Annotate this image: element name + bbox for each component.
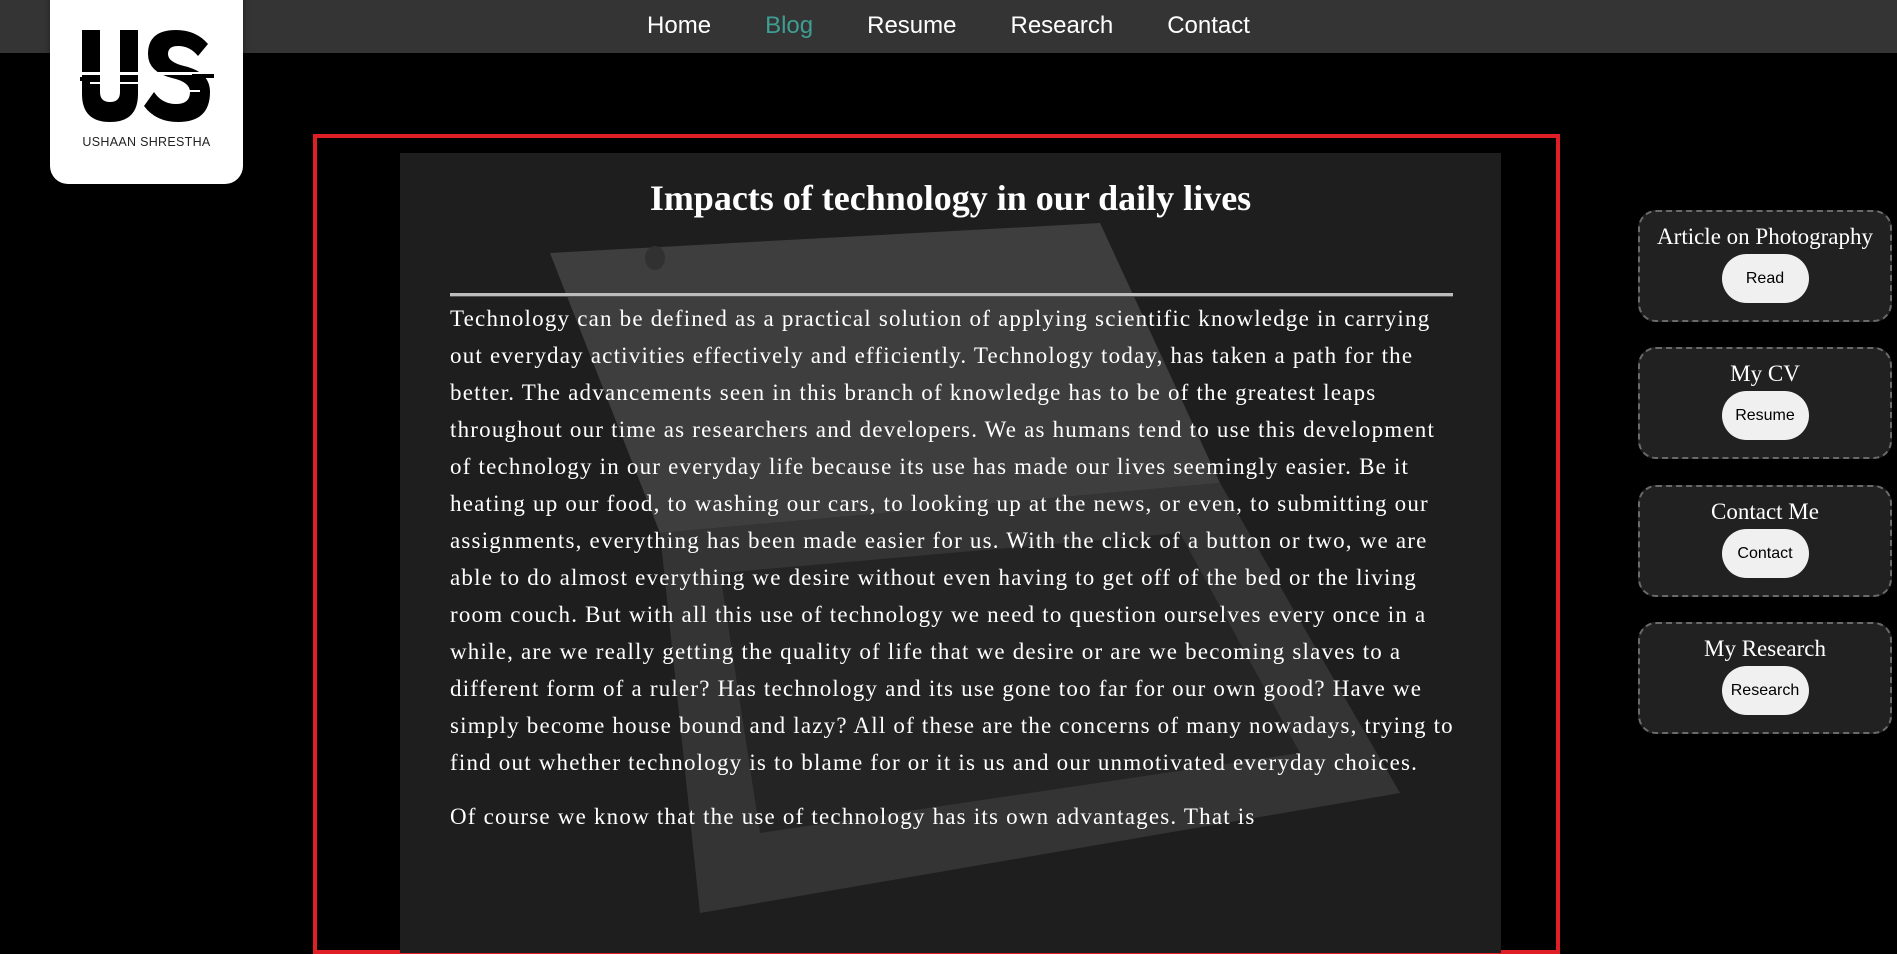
logo-monogram-icon xyxy=(80,30,214,122)
read-button[interactable]: Read xyxy=(1721,254,1809,303)
article-body: Technology can be defined as a practical… xyxy=(450,300,1460,852)
sidebar-card-contact: Contact Me Contact xyxy=(1638,485,1892,597)
article-paragraph: Technology can be defined as a practical… xyxy=(450,306,1454,775)
nav-resume-link[interactable]: Resume xyxy=(867,12,956,40)
sidebar-card-title: Contact Me xyxy=(1711,499,1819,524)
sidebar-card-title: Article on Photography xyxy=(1657,224,1873,249)
nav-research-link[interactable]: Research xyxy=(1011,12,1114,40)
research-button[interactable]: Research xyxy=(1721,666,1809,715)
sidebar-card-title: My CV xyxy=(1730,361,1800,386)
sidebar-card-title: My Research xyxy=(1704,636,1826,661)
nav-blog-link[interactable]: Blog xyxy=(765,12,813,40)
contact-button[interactable]: Contact xyxy=(1721,529,1809,578)
nav-home-link[interactable]: Home xyxy=(647,12,711,40)
nav-links: Home Blog Resume Research Contact xyxy=(0,0,1897,53)
top-navbar: Home Blog Resume Research Contact xyxy=(0,0,1897,53)
sidebar-card-research: My Research Research xyxy=(1638,622,1892,734)
title-divider xyxy=(450,293,1453,297)
nav-contact-link[interactable]: Contact xyxy=(1167,12,1250,40)
article-paragraph: Of course we know that the use of techno… xyxy=(450,804,1256,829)
sidebar-card-cv: My CV Resume xyxy=(1638,347,1892,459)
logo-name: USHAAN SHRESTHA xyxy=(82,135,211,149)
site-logo[interactable]: USHAAN SHRESTHA xyxy=(50,0,243,184)
article-card: Impacts of technology in our daily lives… xyxy=(400,153,1501,953)
sidebar-card-photography: Article on Photography Read xyxy=(1638,210,1892,322)
resume-button[interactable]: Resume xyxy=(1721,391,1809,440)
article-title: Impacts of technology in our daily lives xyxy=(649,178,1252,218)
